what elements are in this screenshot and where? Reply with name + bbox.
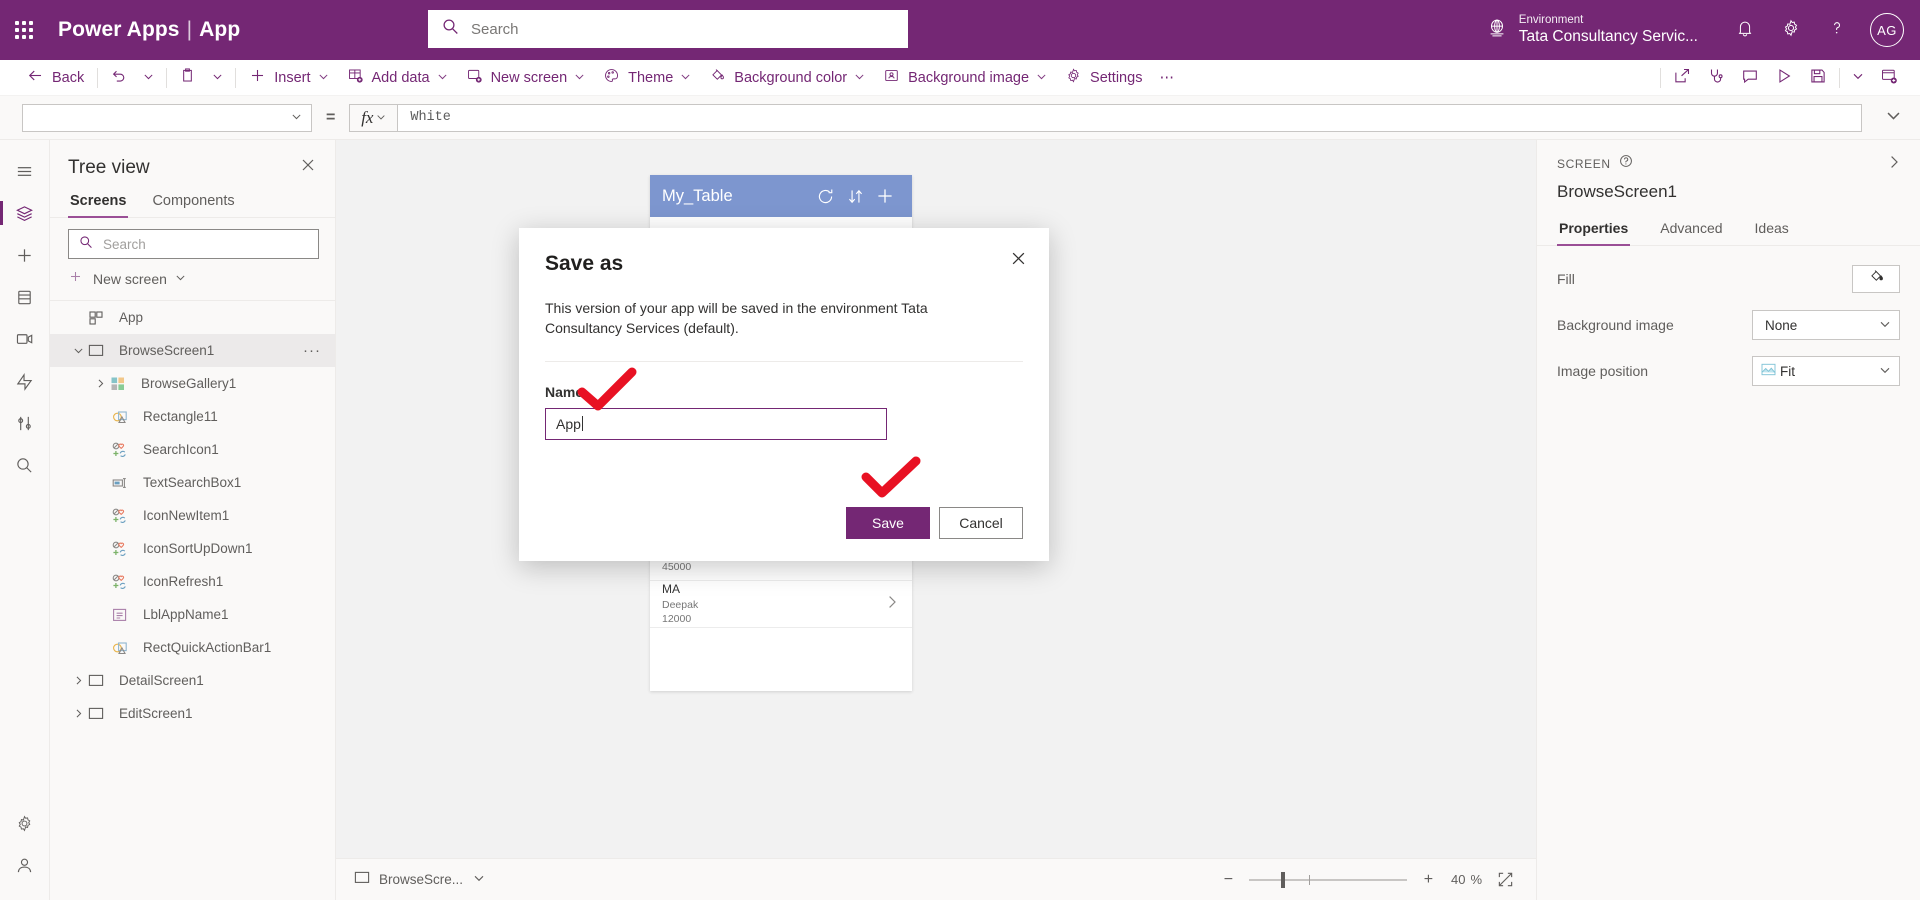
name-field-label: Name — [545, 384, 1023, 400]
dialog-divider — [545, 361, 1023, 362]
name-input[interactable]: App — [545, 408, 887, 440]
cancel-button[interactable]: Cancel — [939, 507, 1023, 539]
power-apps-studio: Power Apps|App Environment Tata C — [0, 0, 1920, 900]
name-input-value: App — [556, 416, 581, 432]
dialog-close-button[interactable] — [1006, 246, 1031, 276]
close-icon — [1011, 253, 1026, 270]
save-button[interactable]: Save — [846, 507, 930, 539]
text-caret — [582, 416, 583, 431]
dialog-description: This version of your app will be saved i… — [545, 298, 997, 339]
dialog-title: Save as — [545, 252, 1023, 276]
save-as-dialog: Save as This version of your app will be… — [519, 228, 1049, 561]
dialog-actions: Save Cancel — [846, 507, 1023, 539]
